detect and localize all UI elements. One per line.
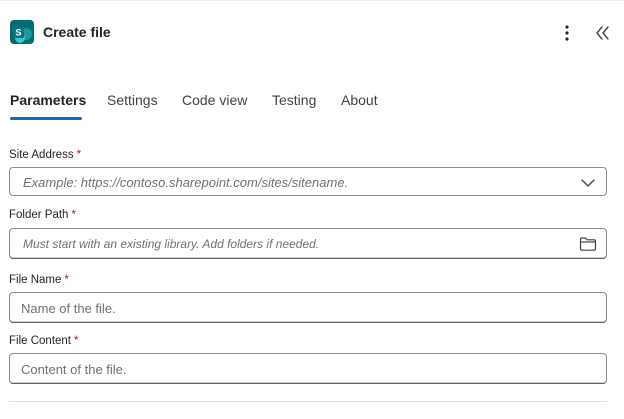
double-chevron-left-icon (596, 26, 609, 40)
folder-path-label: Folder Path * (9, 208, 76, 222)
panel-top-border (0, 0, 624, 1)
file-name-label-text: File Name (9, 274, 62, 286)
tab-settings[interactable]: Settings (107, 91, 158, 109)
tab-about[interactable]: About (341, 91, 378, 109)
file-name-input[interactable]: Name of the file. (9, 292, 607, 323)
more-vertical-icon (565, 25, 569, 41)
file-content-label-text: File Content (9, 335, 72, 347)
site-address-placeholder: Example: https://contoso.sharepoint.com/… (23, 175, 349, 190)
file-content-placeholder: Content of the file. (21, 362, 127, 377)
chevron-down-icon[interactable] (579, 175, 597, 191)
required-marker: * (76, 149, 82, 161)
file-name-placeholder: Name of the file. (21, 301, 116, 316)
file-content-label: File Content * (9, 334, 79, 348)
site-address-dropdown[interactable]: Example: https://contoso.sharepoint.com/… (9, 167, 607, 196)
required-marker: * (71, 209, 76, 221)
action-panel: S Create file Parameters Settings Code v… (0, 0, 624, 419)
section-divider (9, 401, 607, 402)
tab-testing[interactable]: Testing (272, 91, 316, 109)
folder-path-label-text: Folder Path (9, 209, 69, 221)
sharepoint-icon: S (10, 20, 34, 44)
folder-icon[interactable] (579, 236, 597, 252)
site-address-label-text: Site Address (9, 149, 74, 161)
panel-header: S Create file (0, 18, 624, 48)
panel-title: Create file (43, 24, 111, 40)
required-marker: * (64, 274, 69, 286)
tab-parameters[interactable]: Parameters (10, 91, 86, 109)
active-tab-indicator (10, 117, 82, 120)
more-options-button[interactable] (556, 20, 578, 44)
tab-code-view[interactable]: Code view (182, 91, 247, 109)
required-marker: * (74, 335, 79, 347)
file-name-label: File Name * (9, 273, 69, 287)
site-address-label: Site Address * (9, 148, 81, 162)
app-icon-letter: S (15, 28, 21, 38)
folder-path-placeholder: Must start with an existing library. Add… (23, 237, 320, 251)
folder-path-input[interactable]: Must start with an existing library. Add… (9, 228, 607, 259)
tab-bar: Parameters Settings Code view Testing Ab… (0, 86, 624, 126)
collapse-panel-button[interactable] (592, 20, 614, 44)
file-content-input[interactable]: Content of the file. (9, 353, 607, 384)
